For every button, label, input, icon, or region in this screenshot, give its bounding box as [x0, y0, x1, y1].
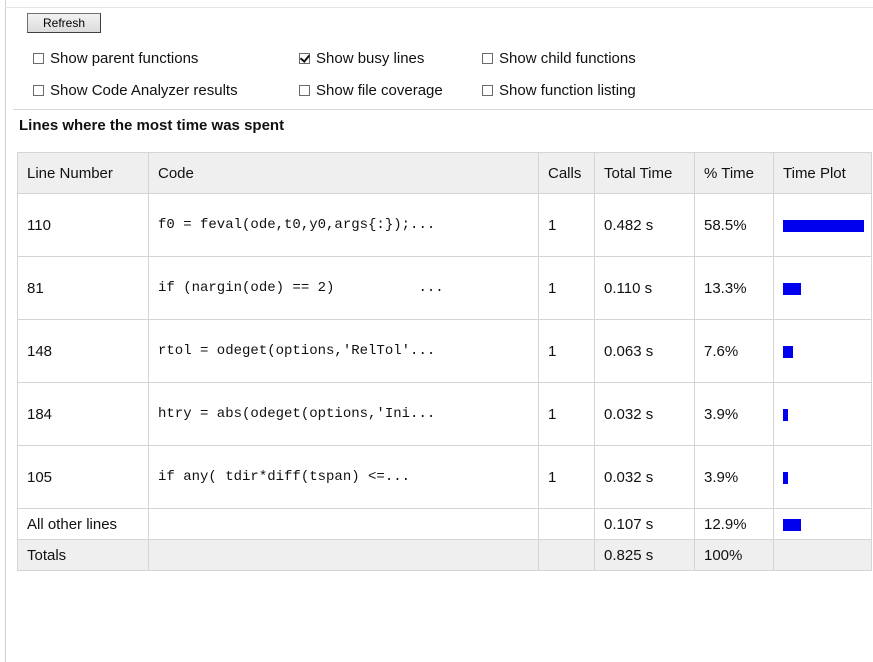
total-time-cell: 0.825 s	[594, 539, 695, 571]
profiler-panel: Refresh Show parent functions Show busy …	[0, 0, 873, 662]
table-row: 105 if any( tdir*diff(tspan) <=... 1 0.0…	[17, 445, 872, 509]
total-time-cell: 0.063 s	[594, 319, 695, 383]
left-border	[5, 0, 6, 662]
show-code-analyzer-label: Show Code Analyzer results	[50, 81, 238, 99]
calls-cell: 1	[538, 193, 595, 257]
show-file-coverage-option[interactable]: Show file coverage	[299, 79, 443, 101]
show-code-analyzer-option[interactable]: Show Code Analyzer results	[33, 79, 238, 101]
header-calls: Calls	[538, 152, 595, 194]
code-cell: rtol = odeget(options,'RelTol'...	[148, 319, 539, 383]
calls-cell	[538, 539, 595, 571]
show-busy-lines-label: Show busy lines	[316, 49, 425, 67]
total-time-cell: 0.032 s	[594, 382, 695, 446]
totals-label: Totals	[17, 539, 149, 571]
header-code: Code	[148, 152, 539, 194]
calls-cell: 1	[538, 445, 595, 509]
percent-time-cell: 58.5%	[694, 193, 774, 257]
code-cell	[148, 508, 539, 540]
code-cell: htry = abs(odeget(options,'Ini...	[148, 382, 539, 446]
time-plot-bar	[783, 345, 793, 358]
table-row: 110 f0 = feval(ode,t0,y0,args{:});... 1 …	[17, 193, 872, 257]
totals-row: Totals 0.825 s 100%	[17, 539, 872, 571]
time-plot-cell	[773, 193, 872, 257]
show-child-functions-option[interactable]: Show child functions	[482, 47, 636, 69]
total-time-cell: 0.107 s	[594, 508, 695, 540]
line-number-link[interactable]: 81	[17, 256, 149, 320]
time-plot-bar	[783, 471, 788, 484]
calls-cell	[538, 508, 595, 540]
section-title: Lines where the most time was spent	[19, 117, 285, 134]
table-row: 184 htry = abs(odeget(options,'Ini... 1 …	[17, 382, 872, 446]
show-child-functions-checkbox[interactable]	[482, 52, 493, 64]
header-line-number: Line Number	[17, 152, 149, 194]
show-function-listing-checkbox[interactable]	[482, 84, 493, 96]
top-divider	[5, 7, 873, 8]
other-lines-row: All other lines 0.107 s 12.9%	[17, 508, 872, 540]
percent-time-cell: 100%	[694, 539, 774, 571]
percent-time-cell: 12.9%	[694, 508, 774, 540]
total-time-cell: 0.110 s	[594, 256, 695, 320]
total-time-cell: 0.482 s	[594, 193, 695, 257]
show-function-listing-label: Show function listing	[499, 81, 636, 99]
show-child-functions-label: Show child functions	[499, 49, 636, 67]
percent-time-cell: 13.3%	[694, 256, 774, 320]
calls-cell: 1	[538, 382, 595, 446]
refresh-button[interactable]: Refresh	[27, 13, 101, 33]
show-file-coverage-checkbox[interactable]	[299, 84, 310, 96]
line-number-link[interactable]: 110	[17, 193, 149, 257]
time-plot-cell	[773, 319, 872, 383]
time-plot-cell	[773, 382, 872, 446]
time-plot-cell	[773, 508, 872, 540]
percent-time-cell: 3.9%	[694, 382, 774, 446]
table-row: 148 rtol = odeget(options,'RelTol'... 1 …	[17, 319, 872, 383]
show-code-analyzer-checkbox[interactable]	[33, 84, 44, 96]
show-function-listing-option[interactable]: Show function listing	[482, 79, 636, 101]
table-header-row: Line Number Code Calls Total Time % Time…	[17, 152, 872, 194]
code-cell	[148, 539, 539, 571]
show-parent-functions-label: Show parent functions	[50, 49, 199, 67]
show-parent-functions-option[interactable]: Show parent functions	[33, 47, 198, 69]
code-cell: f0 = feval(ode,t0,y0,args{:});...	[148, 193, 539, 257]
table-row: 81 if (nargin(ode) == 2) ... 1 0.110 s 1…	[17, 256, 872, 320]
line-number-link[interactable]: 105	[17, 445, 149, 509]
calls-cell: 1	[538, 319, 595, 383]
show-file-coverage-label: Show file coverage	[316, 81, 443, 99]
busy-lines-table: Line Number Code Calls Total Time % Time…	[17, 152, 872, 571]
time-plot-cell	[773, 539, 872, 571]
line-number-link[interactable]: 184	[17, 382, 149, 446]
calls-cell: 1	[538, 256, 595, 320]
code-cell: if (nargin(ode) == 2) ...	[148, 256, 539, 320]
show-parent-functions-checkbox[interactable]	[33, 52, 44, 64]
time-plot-bar	[783, 282, 801, 295]
line-number-link[interactable]: 148	[17, 319, 149, 383]
show-busy-lines-option[interactable]: Show busy lines	[299, 47, 424, 69]
total-time-cell: 0.032 s	[594, 445, 695, 509]
other-lines-label: All other lines	[17, 508, 149, 540]
header-time-plot: Time Plot	[773, 152, 872, 194]
code-cell: if any( tdir*diff(tspan) <=...	[148, 445, 539, 509]
header-total-time: Total Time	[594, 152, 695, 194]
section-divider	[13, 109, 873, 110]
time-plot-cell	[773, 256, 872, 320]
time-plot-bar	[783, 518, 801, 531]
show-busy-lines-checkbox[interactable]	[299, 52, 310, 64]
time-plot-bar	[783, 219, 864, 232]
percent-time-cell: 7.6%	[694, 319, 774, 383]
time-plot-cell	[773, 445, 872, 509]
percent-time-cell: 3.9%	[694, 445, 774, 509]
time-plot-bar	[783, 408, 788, 421]
header-percent-time: % Time	[694, 152, 774, 194]
